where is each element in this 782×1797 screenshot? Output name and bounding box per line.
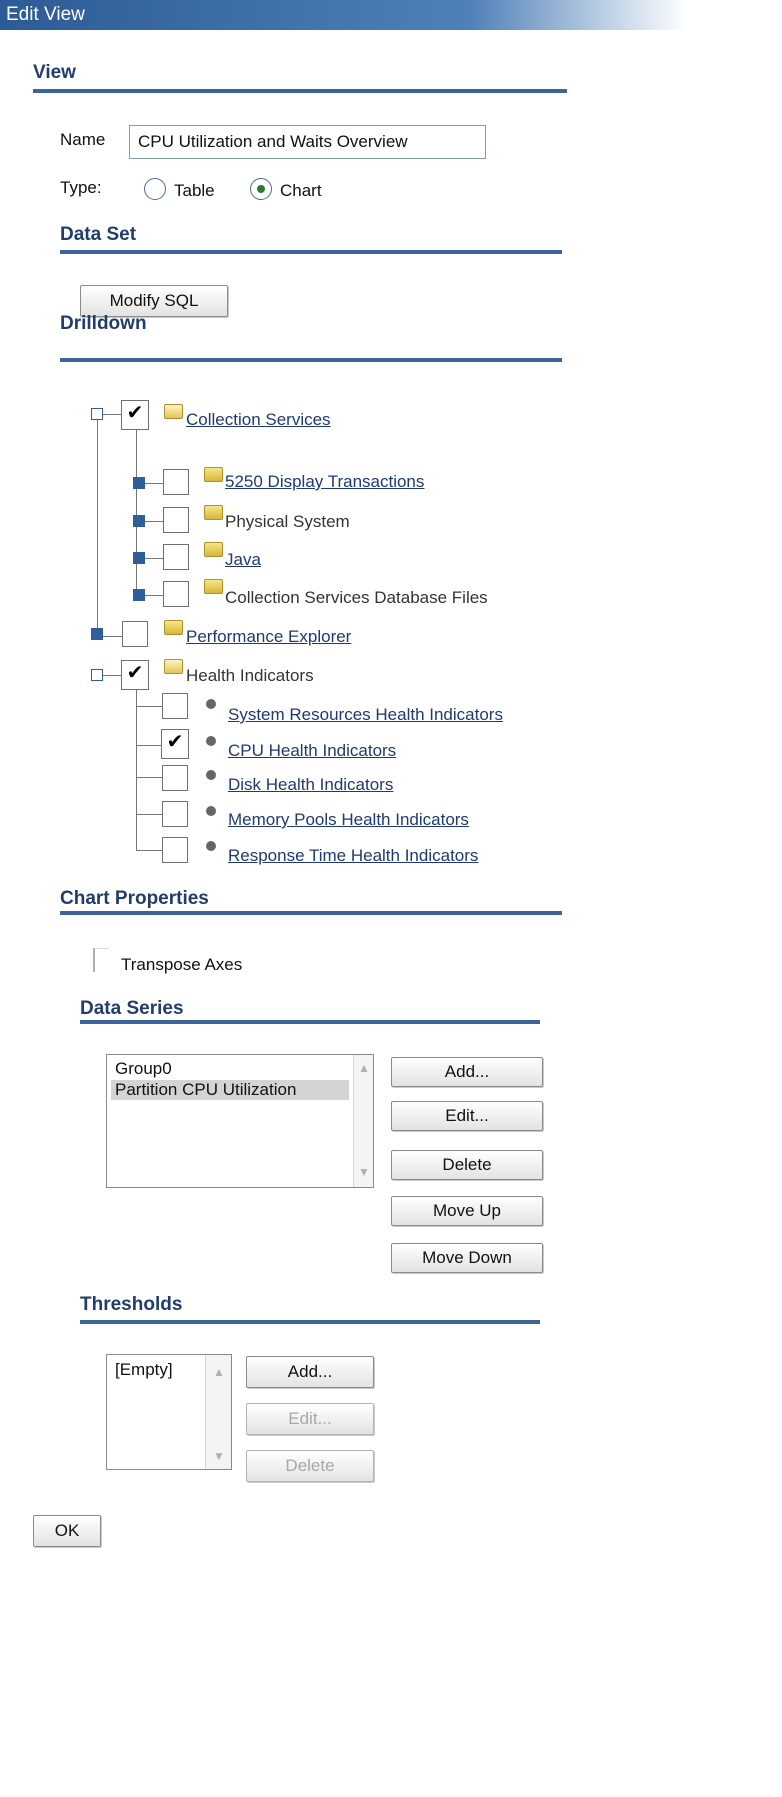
expand-toggle-icon[interactable]: [133, 515, 145, 527]
expand-toggle-icon[interactable]: [133, 477, 145, 489]
folder-icon: [204, 542, 223, 557]
indicator-bullet-icon: [206, 699, 216, 709]
scroll-down-icon[interactable]: ▼: [354, 1165, 374, 1179]
window-title: Edit View: [0, 0, 782, 30]
tree-connector: [136, 745, 162, 746]
data-series-add-button[interactable]: Add...: [391, 1057, 543, 1087]
scroll-up-icon[interactable]: ▲: [206, 1365, 232, 1379]
scroll-down-icon[interactable]: ▼: [206, 1449, 232, 1463]
collection-services-checkbox[interactable]: ✔: [121, 400, 149, 430]
folder-icon: [204, 467, 223, 482]
data-set-section-title: Data Set: [60, 224, 137, 245]
drilldown-section-title: Drilldown: [60, 313, 147, 334]
type-label: Type:: [60, 178, 102, 197]
data-series-move-up-button[interactable]: Move Up: [391, 1196, 543, 1226]
collapse-toggle-icon[interactable]: [91, 669, 103, 681]
ok-button[interactable]: OK: [33, 1515, 101, 1547]
data-series-edit-button[interactable]: Edit...: [391, 1101, 543, 1131]
transpose-axes-label: Transpose Axes: [121, 955, 243, 974]
cs-5250-checkbox[interactable]: [163, 469, 189, 495]
performance-explorer-checkbox[interactable]: [122, 621, 148, 647]
cs-physical-system-label: Physical System: [225, 512, 350, 531]
expand-toggle-icon[interactable]: [133, 589, 145, 601]
thresholds-item: [Empty]: [115, 1360, 173, 1379]
drilldown-section-rule: [60, 358, 562, 362]
data-series-listbox[interactable]: Group0 Partition CPU Utilization ▲ ▼: [106, 1054, 374, 1188]
folder-open-icon: [164, 404, 183, 419]
tree-connector: [136, 814, 162, 815]
data-series-scrollbar[interactable]: ▲ ▼: [353, 1055, 373, 1187]
thresholds-section-title: Thresholds: [80, 1294, 183, 1315]
hi-memory-pools-link[interactable]: Memory Pools Health Indicators: [228, 810, 469, 830]
data-series-section-title: Data Series: [80, 998, 184, 1019]
chart-properties-section-title: Chart Properties: [60, 888, 209, 909]
health-indicators-label: Health Indicators: [186, 666, 314, 685]
folder-icon: [204, 505, 223, 520]
hi-disk-link[interactable]: Disk Health Indicators: [228, 775, 393, 795]
hi-memory-pools-checkbox[interactable]: [162, 801, 188, 827]
hi-system-resources-checkbox[interactable]: [162, 693, 188, 719]
tree-connector: [136, 706, 162, 707]
thresholds-edit-button[interactable]: Edit...: [246, 1403, 374, 1435]
tree-connector: [136, 777, 162, 778]
hi-system-resources-link[interactable]: System Resources Health Indicators: [228, 705, 503, 725]
hi-response-time-checkbox[interactable]: [162, 837, 188, 863]
data-series-move-down-button[interactable]: Move Down: [391, 1243, 543, 1273]
cs-database-files-checkbox[interactable]: [163, 581, 189, 607]
type-chart-label: Chart: [280, 181, 322, 200]
type-table-label: Table: [174, 181, 215, 200]
data-series-delete-button[interactable]: Delete: [391, 1150, 543, 1180]
tree-connector: [136, 850, 162, 851]
indicator-bullet-icon: [206, 841, 216, 851]
cs-java-link[interactable]: Java: [225, 550, 261, 570]
data-set-section-rule: [60, 250, 562, 254]
thresholds-listbox[interactable]: [Empty] ▲ ▼: [106, 1354, 232, 1470]
tree-connector: [103, 414, 121, 415]
data-series-item-selected[interactable]: Partition CPU Utilization: [111, 1080, 349, 1100]
name-label: Name: [60, 130, 106, 149]
performance-explorer-link[interactable]: Performance Explorer: [186, 627, 351, 647]
health-indicators-checkbox[interactable]: ✔: [121, 660, 149, 690]
thresholds-scrollbar[interactable]: ▲ ▼: [205, 1355, 231, 1469]
data-series-item[interactable]: Group0: [115, 1059, 172, 1079]
view-section-title: View: [33, 62, 76, 83]
thresholds-section-rule: [80, 1320, 540, 1324]
transpose-axes-checkbox[interactable]: [93, 948, 109, 972]
view-section-rule: [33, 89, 567, 93]
cs-physical-system-checkbox[interactable]: [163, 507, 189, 533]
hi-cpu-link[interactable]: CPU Health Indicators: [228, 741, 396, 761]
scroll-up-icon[interactable]: ▲: [354, 1061, 374, 1075]
expand-toggle-icon[interactable]: [133, 552, 145, 564]
indicator-bullet-icon: [206, 770, 216, 780]
expand-toggle-icon[interactable]: [91, 628, 103, 640]
thresholds-add-button[interactable]: Add...: [246, 1356, 374, 1388]
hi-cpu-checkbox[interactable]: ✔: [161, 729, 189, 759]
type-table-radio[interactable]: [144, 178, 166, 200]
folder-icon: [204, 579, 223, 594]
tree-connector: [136, 425, 137, 595]
chart-properties-section-rule: [60, 911, 562, 915]
collapse-toggle-icon[interactable]: [91, 408, 103, 420]
cs-database-files-label: Collection Services Database Files: [225, 588, 488, 607]
data-series-section-rule: [80, 1020, 540, 1024]
indicator-bullet-icon: [206, 736, 216, 746]
hi-response-time-link[interactable]: Response Time Health Indicators: [228, 846, 478, 866]
hi-disk-checkbox[interactable]: [162, 765, 188, 791]
collection-services-link[interactable]: Collection Services: [186, 410, 331, 430]
name-field[interactable]: CPU Utilization and Waits Overview: [129, 125, 486, 159]
thresholds-delete-button[interactable]: Delete: [246, 1450, 374, 1482]
type-chart-radio[interactable]: [250, 178, 272, 200]
tree-connector: [136, 665, 137, 850]
folder-icon: [164, 620, 183, 635]
indicator-bullet-icon: [206, 806, 216, 816]
cs-java-checkbox[interactable]: [163, 544, 189, 570]
radio-selected-dot: [257, 185, 265, 193]
folder-open-icon: [164, 659, 183, 674]
cs-5250-link[interactable]: 5250 Display Transactions: [225, 472, 424, 492]
tree-connector: [97, 420, 98, 636]
